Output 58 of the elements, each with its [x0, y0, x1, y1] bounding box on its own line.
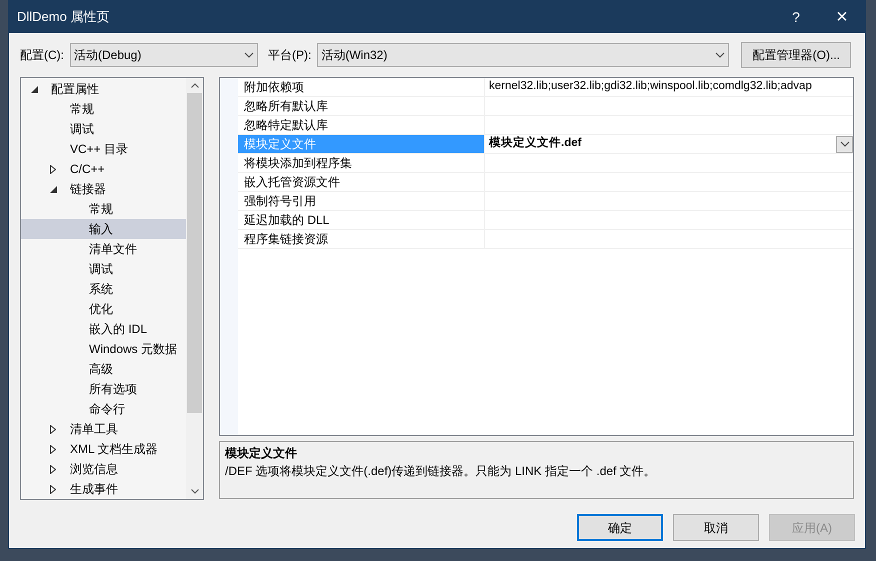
property-name[interactable]: 嵌入托管资源文件 [238, 173, 485, 191]
tree-item[interactable]: C/C++ [21, 159, 186, 179]
property-name[interactable]: 强制符号引用 [238, 192, 485, 210]
property-name[interactable]: 程序集链接资源 [238, 230, 485, 248]
tree-item[interactable]: 常规 [21, 199, 186, 219]
caret-icon [244, 52, 254, 58]
tree-item[interactable]: 链接器 [21, 179, 186, 199]
scrollbar[interactable] [186, 78, 203, 499]
config-label: 配置(C): [20, 47, 64, 64]
collapsed-triangle-icon[interactable] [50, 424, 56, 434]
platform-dropdown[interactable]: 活动(Win32) [317, 43, 730, 67]
property-name[interactable]: 将模块添加到程序集 [238, 154, 485, 172]
scroll-down-icon[interactable] [190, 489, 198, 494]
tree-item[interactable]: 配置属性 [21, 79, 186, 99]
tree-item[interactable]: VC++ 目录 [21, 139, 186, 159]
tree-item[interactable]: 生成事件 [21, 479, 186, 499]
tree-item[interactable]: XML 文档生成器 [21, 439, 186, 459]
tree-item[interactable]: 高级 [21, 359, 186, 379]
tree-item[interactable]: Windows 元数据 [21, 339, 186, 359]
caret-icon [715, 52, 726, 58]
tree-item[interactable]: 优化 [21, 299, 186, 319]
tree-item[interactable]: 浏览信息 [21, 459, 186, 479]
tree-item[interactable]: 系统 [21, 279, 186, 299]
tree-item[interactable]: 输入 [21, 219, 186, 239]
platform-label: 平台(P): [268, 47, 312, 64]
tree-item[interactable]: 命令行 [21, 399, 186, 419]
description-text: /DEF 选项将模块定义文件(.def)传递到链接器。只能为 LINK 指定一个 .def 文件。 [225, 463, 657, 480]
collapsed-triangle-icon[interactable] [50, 484, 56, 494]
scrollbar-thumb[interactable] [187, 93, 202, 413]
dialog-button[interactable]: 取消 [673, 514, 759, 541]
tree-item[interactable]: 嵌入的 IDL [21, 319, 186, 339]
close-button[interactable]: × [819, 1, 865, 33]
expanded-triangle-icon[interactable] [50, 186, 57, 192]
collapsed-triangle-icon[interactable] [50, 464, 56, 474]
config-manager-button[interactable]: 配置管理器(O)... [741, 42, 852, 68]
dropdown-button[interactable] [836, 136, 853, 152]
tree-item[interactable]: 调试 [21, 119, 186, 139]
caret-icon [840, 141, 850, 147]
property-value[interactable]: kernel32.lib;user32.lib;gdi32.lib;winspool.lib;comdlg32.lib;advap [489, 78, 812, 96]
property-name[interactable]: 附加依赖项 [238, 78, 485, 96]
property-value[interactable]: 模块定义文件.def [489, 135, 582, 153]
tree-item[interactable]: 清单文件 [21, 239, 186, 259]
scroll-up-icon[interactable] [190, 83, 198, 88]
tree-item[interactable]: 清单工具 [21, 419, 186, 439]
tree-item[interactable]: 所有选项 [21, 379, 186, 399]
property-name[interactable]: 忽略所有默认库 [238, 97, 485, 115]
window-title: DllDemo 属性页 [17, 8, 110, 26]
dialog-button[interactable]: 确定 [577, 514, 663, 541]
tree-item[interactable]: 常规 [21, 99, 186, 119]
tree-item[interactable]: 调试 [21, 259, 186, 279]
description-title: 模块定义文件 [225, 445, 298, 462]
property-name[interactable]: 延迟加载的 DLL [238, 211, 485, 229]
collapsed-triangle-icon[interactable] [50, 444, 56, 454]
collapsed-triangle-icon[interactable] [50, 164, 56, 174]
help-button[interactable]: ? [773, 1, 819, 33]
property-name[interactable]: 忽略特定默认库 [238, 116, 485, 134]
config-dropdown[interactable]: 活动(Debug) [70, 43, 258, 67]
expanded-triangle-icon[interactable] [31, 86, 38, 92]
